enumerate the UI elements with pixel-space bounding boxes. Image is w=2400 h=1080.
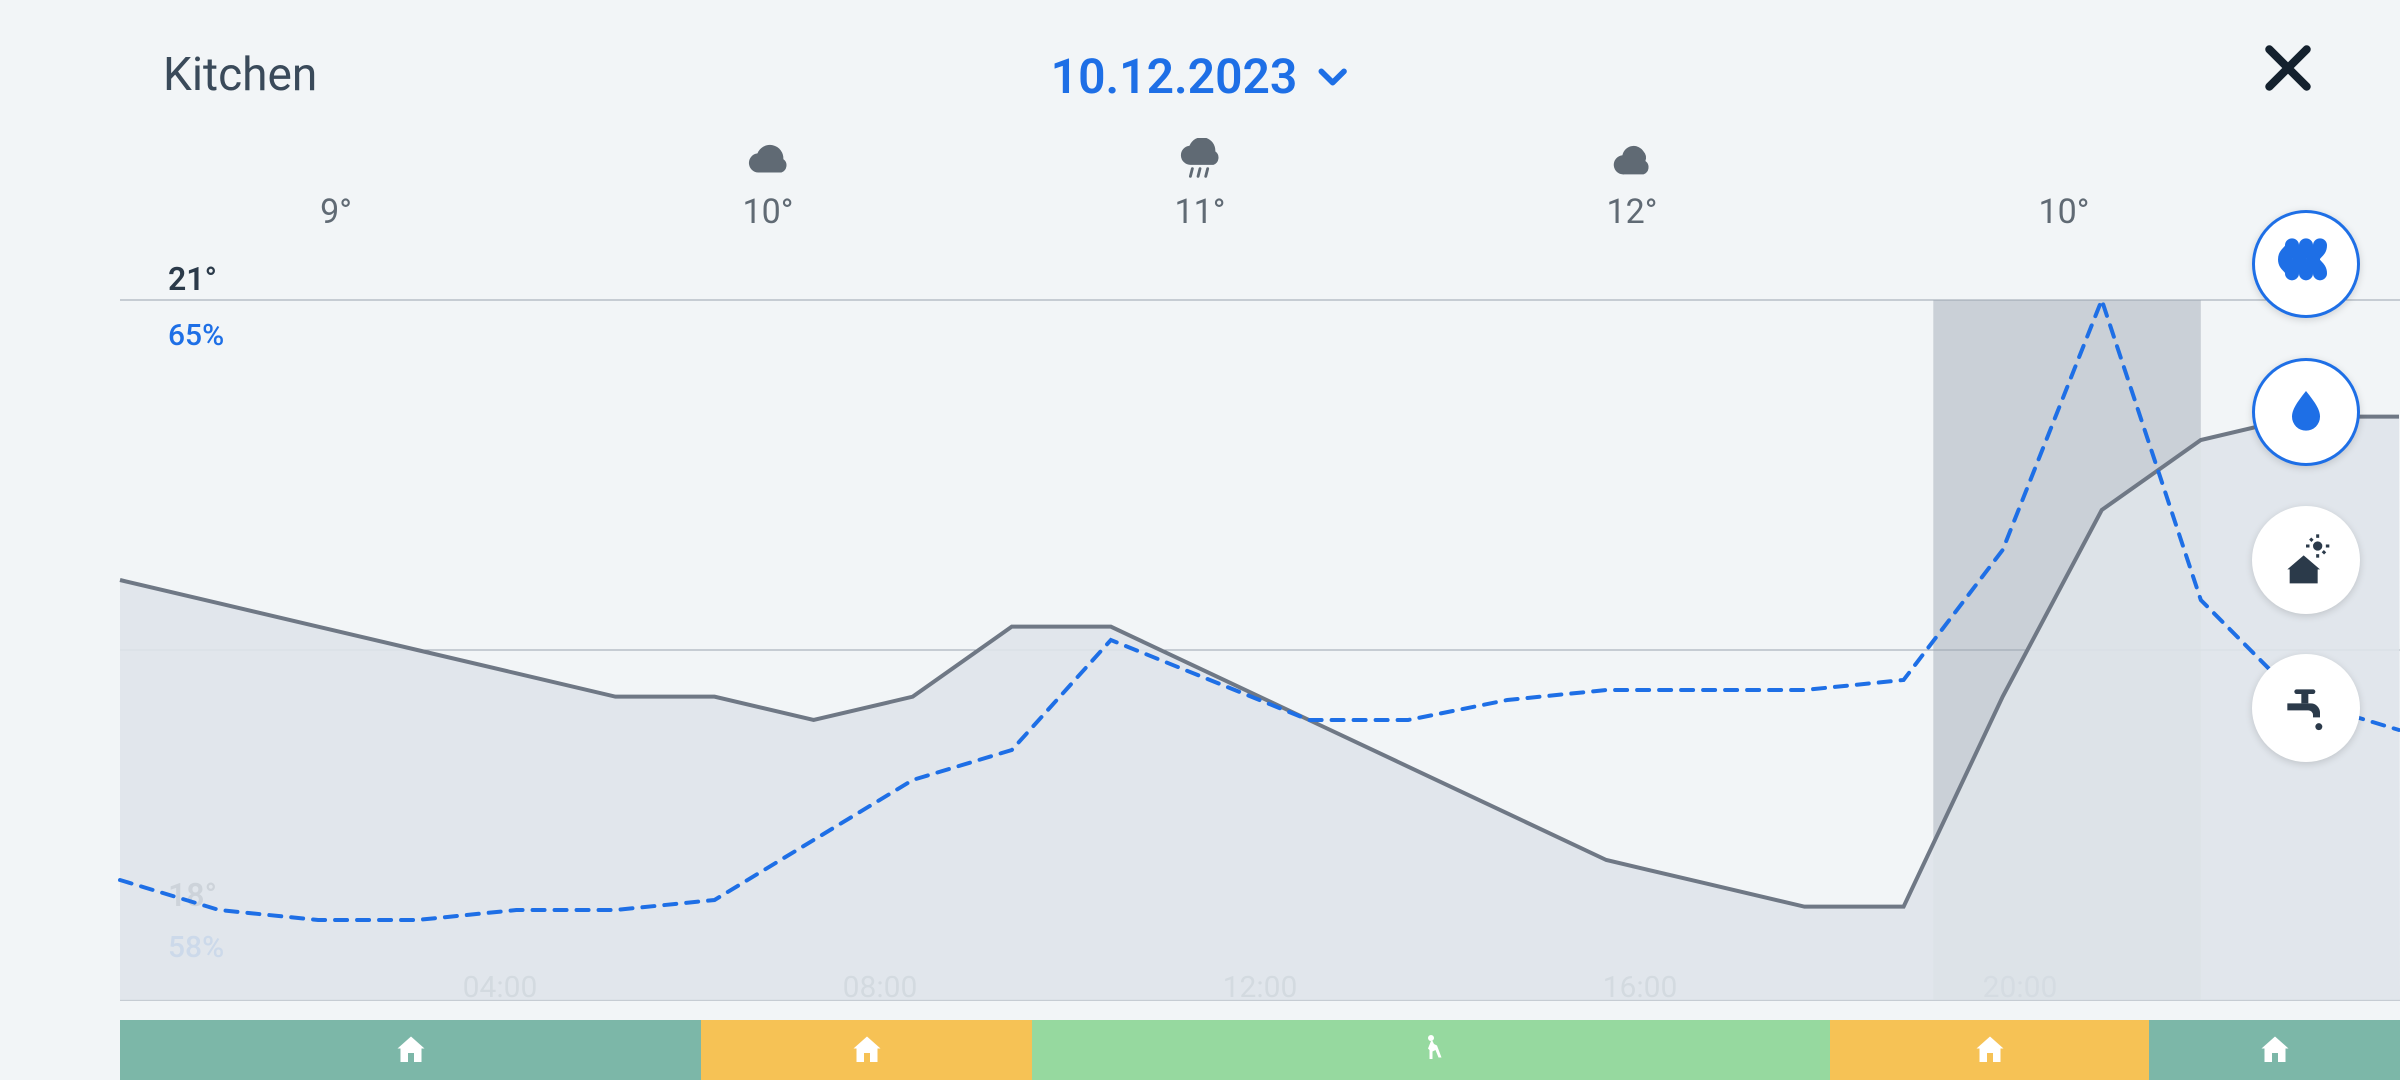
home-icon <box>849 1032 885 1068</box>
toggle-sun-home[interactable] <box>2252 506 2360 614</box>
close-icon <box>2260 40 2316 96</box>
cloud-icon <box>738 138 798 184</box>
forecast-temp: 9° <box>320 192 352 232</box>
date-picker[interactable]: 10.12.2023 <box>1051 48 1350 105</box>
mode-segment[interactable] <box>2149 1020 2400 1080</box>
forecast-slot: 11° <box>1130 138 1270 232</box>
home-icon <box>2257 1032 2293 1068</box>
home-icon <box>393 1032 429 1068</box>
mode-segment[interactable] <box>1032 1020 1830 1080</box>
axis-temp-max: 21° <box>168 260 217 298</box>
forecast-temp: 12° <box>1607 192 1658 232</box>
moon-icon <box>306 138 366 184</box>
mode-segment[interactable] <box>1830 1020 2149 1080</box>
forecast-slot: 9° <box>266 138 406 232</box>
mode-segment[interactable] <box>120 1020 701 1080</box>
moon-icon <box>2034 138 2094 184</box>
chart-area <box>120 300 2400 1000</box>
room-title: Kitchen <box>163 48 317 102</box>
toggle-heating[interactable] <box>2252 210 2360 318</box>
date-label: 10.12.2023 <box>1051 48 1298 105</box>
toggle-hot-water[interactable] <box>2252 654 2360 762</box>
rain-icon <box>1170 138 1230 184</box>
droplet-icon <box>2278 384 2334 440</box>
faucet-icon <box>2278 680 2334 736</box>
walk-icon <box>1413 1032 1449 1068</box>
forecast-temp: 10° <box>2039 192 2090 232</box>
sun-home-icon <box>2278 532 2334 588</box>
cloud-night-icon <box>1602 138 1662 184</box>
side-toggle-buttons <box>2252 210 2360 762</box>
forecast-slot: 10° <box>1994 138 2134 232</box>
forecast-temp: 11° <box>1175 192 1226 232</box>
forecast-slot: 10° <box>698 138 838 232</box>
mode-schedule-bar <box>120 1020 2400 1080</box>
home-icon <box>1972 1032 2008 1068</box>
forecast-row: 9° 10° 11° 12° 10° <box>120 138 2280 232</box>
chevron-down-icon <box>1315 60 1349 94</box>
close-button[interactable] <box>2256 36 2320 100</box>
heatwave-icon <box>2278 236 2334 292</box>
mode-segment[interactable] <box>701 1020 1032 1080</box>
toggle-humidity[interactable] <box>2252 358 2360 466</box>
forecast-temp: 10° <box>743 192 794 232</box>
forecast-slot: 12° <box>1562 138 1702 232</box>
